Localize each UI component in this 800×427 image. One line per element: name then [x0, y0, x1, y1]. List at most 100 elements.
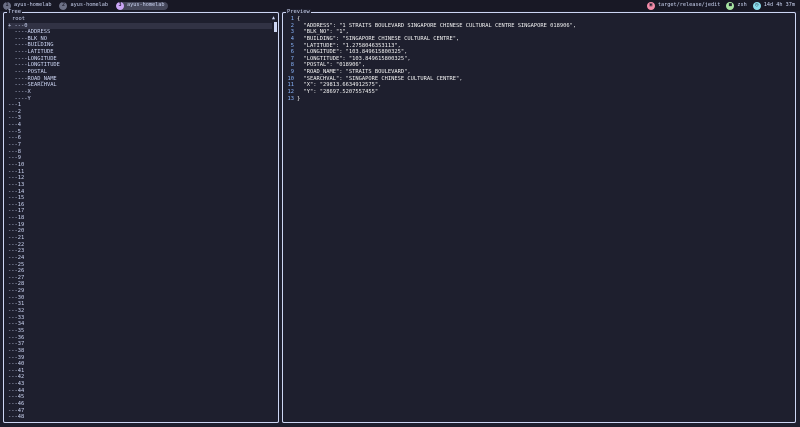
- tree-node[interactable]: ----Y: [8, 96, 272, 103]
- tree-node[interactable]: ---30: [8, 295, 272, 302]
- tree-node[interactable]: ---7: [8, 142, 272, 149]
- tree-node[interactable]: ----SEARCHVAL: [8, 82, 272, 89]
- tree-node[interactable]: ----POSTAL: [8, 69, 272, 76]
- tree-node[interactable]: ---18: [8, 215, 272, 222]
- tree-node[interactable]: ---31: [8, 301, 272, 308]
- code-text: "BUILDING": "SINGAPORE CHINESE CULTURAL …: [297, 35, 460, 42]
- json-preview: 1{2 "ADDRESS": "1 STRAITS BOULEVARD SING…: [287, 16, 791, 102]
- tmux-window-tab[interactable]: 2 ayus-homelab: [59, 1, 111, 10]
- tree-node[interactable]: ---45: [8, 394, 272, 401]
- tree-node[interactable]: ---33: [8, 315, 272, 322]
- tree-node[interactable]: ----ADDRESS: [8, 29, 272, 36]
- preview-pane[interactable]: Preview 1{2 "ADDRESS": "1 STRAITS BOULEV…: [282, 9, 796, 423]
- code-text: "LATITUDE": "1.2758046353113",: [297, 42, 401, 49]
- tree-node[interactable]: ---6: [8, 135, 272, 142]
- line-number: 5: [290, 42, 294, 49]
- tree-node[interactable]: ---3: [8, 115, 272, 122]
- tree-node[interactable]: ----LONGITUDE: [8, 56, 272, 63]
- tree-node[interactable]: ---25: [8, 262, 272, 269]
- code-line: 5 "LATITUDE": "1.2758046353113",: [287, 43, 791, 50]
- tree-node[interactable]: ---20: [8, 228, 272, 235]
- tree-node[interactable]: ---27: [8, 275, 272, 282]
- code-text: "BLK_NO": "1",: [297, 29, 349, 36]
- tree-node[interactable]: ---32: [8, 308, 272, 315]
- tree-node[interactable]: ---21: [8, 235, 272, 242]
- tree-node[interactable]: ---47: [8, 408, 272, 415]
- status-text: target/release/jedit: [657, 2, 721, 9]
- tree-node[interactable]: ----BUILDING: [8, 42, 272, 49]
- line-number: 4: [290, 35, 294, 42]
- tree-node[interactable]: ---1: [8, 102, 272, 109]
- tree-node[interactable]: ---38: [8, 348, 272, 355]
- code-line: 1{: [287, 16, 791, 23]
- tree-node[interactable]: ---5: [8, 129, 272, 136]
- line-number: 13: [287, 95, 295, 102]
- scrollbar-thumb[interactable]: [273, 22, 277, 32]
- tree-node[interactable]: ---22: [8, 242, 272, 249]
- tree-node[interactable]: ----BLK_NO: [8, 36, 272, 43]
- tree-pane[interactable]: Tree root + ---0 ----ADDRESS ----BLK_NO …: [3, 9, 279, 423]
- tree-node[interactable]: ----LONGTITUDE: [8, 62, 272, 69]
- code-text: "LONGITUDE": "103.849615800325",: [297, 49, 408, 56]
- tree-node[interactable]: ---12: [8, 175, 272, 182]
- tree-node[interactable]: ---43: [8, 381, 272, 388]
- tree-node[interactable]: ---15: [8, 195, 272, 202]
- code-line: 6 "LONGITUDE": "103.849615800325",: [287, 49, 791, 56]
- tree-node[interactable]: ---14: [8, 189, 272, 196]
- line-number: 10: [287, 75, 295, 82]
- tree-node[interactable]: ---13: [8, 182, 272, 189]
- code-text: "Y": "28697.5207557455": [297, 89, 379, 96]
- tree-node[interactable]: + ---0: [8, 22, 272, 30]
- tree-node[interactable]: ---48: [8, 414, 272, 421]
- tree-node[interactable]: ---28: [8, 281, 272, 288]
- tree-node[interactable]: ---35: [8, 328, 272, 335]
- tree-node[interactable]: ---42: [8, 374, 272, 381]
- line-number: 9: [290, 69, 294, 76]
- tree-node[interactable]: ---34: [8, 321, 272, 328]
- tree-node[interactable]: ---10: [8, 162, 272, 169]
- scroll-up-arrow-icon[interactable]: ▲: [272, 16, 275, 21]
- tree-node[interactable]: ---23: [8, 248, 272, 255]
- tree-node[interactable]: ---37: [8, 341, 272, 348]
- preview-pane-title: Preview: [286, 9, 311, 16]
- tab-label: ayus-homelab: [14, 2, 52, 9]
- tab-label: ayus-homelab: [126, 2, 165, 9]
- tree-node[interactable]: ---19: [8, 222, 272, 229]
- tree-node[interactable]: ---26: [8, 268, 272, 275]
- line-number: 1: [290, 16, 294, 22]
- code-text: "ROAD_NAME": "STRAITS BOULEVARD",: [297, 69, 411, 76]
- tree-node[interactable]: ---44: [8, 388, 272, 395]
- status-segment: ▣ target/release/jedit: [646, 1, 722, 10]
- tree-node[interactable]: ---39: [8, 355, 272, 362]
- tree-node[interactable]: ---17: [8, 208, 272, 215]
- code-text: "LONGTITUDE": "103.849615800325",: [297, 55, 411, 62]
- tree-node[interactable]: ---41: [8, 368, 272, 375]
- clock-icon: ◷: [752, 1, 761, 10]
- code-text: "SEARCHVAL": "SINGAPORE CHINESE CULTURAL…: [297, 75, 463, 82]
- tmux-window-tabs: 1 ayus-homelab 2 ayus-homelab 3 ayus-homelab: [3, 1, 169, 10]
- tree-node[interactable]: ----X: [8, 89, 272, 96]
- tree-node[interactable]: ---8: [8, 149, 272, 156]
- tree-scrollbar[interactable]: ▲: [272, 16, 277, 422]
- tree-node[interactable]: ---9: [8, 155, 272, 162]
- tree-node[interactable]: ---36: [8, 335, 272, 342]
- tree-node[interactable]: ---4: [8, 122, 272, 129]
- tree-node[interactable]: ----ROAD_NAME: [8, 76, 272, 83]
- tree-list[interactable]: + ---0 ----ADDRESS ----BLK_NO ----BUILDI…: [8, 22, 272, 421]
- tree-node[interactable]: ---24: [8, 255, 272, 262]
- line-number: 3: [290, 29, 294, 36]
- tree-node[interactable]: ---11: [8, 169, 272, 176]
- code-text: "POSTAL": "018906",: [297, 62, 366, 69]
- tree-node[interactable]: ---2: [8, 109, 272, 116]
- folder-icon: ▣: [646, 1, 655, 10]
- tree-node[interactable]: ---16: [8, 202, 272, 209]
- tree-node[interactable]: ---40: [8, 361, 272, 368]
- code-text: "X": "29813.6634912575",: [297, 82, 382, 89]
- status-text: 14d 4h 37m: [763, 2, 795, 9]
- tree-node[interactable]: ----LATITUDE: [8, 49, 272, 56]
- line-number: 6: [290, 49, 294, 56]
- tree-node[interactable]: ---46: [8, 401, 272, 408]
- tmux-window-tab[interactable]: 3 ayus-homelab: [115, 1, 169, 10]
- line-number: 2: [290, 22, 294, 29]
- tree-node[interactable]: ---29: [8, 288, 272, 295]
